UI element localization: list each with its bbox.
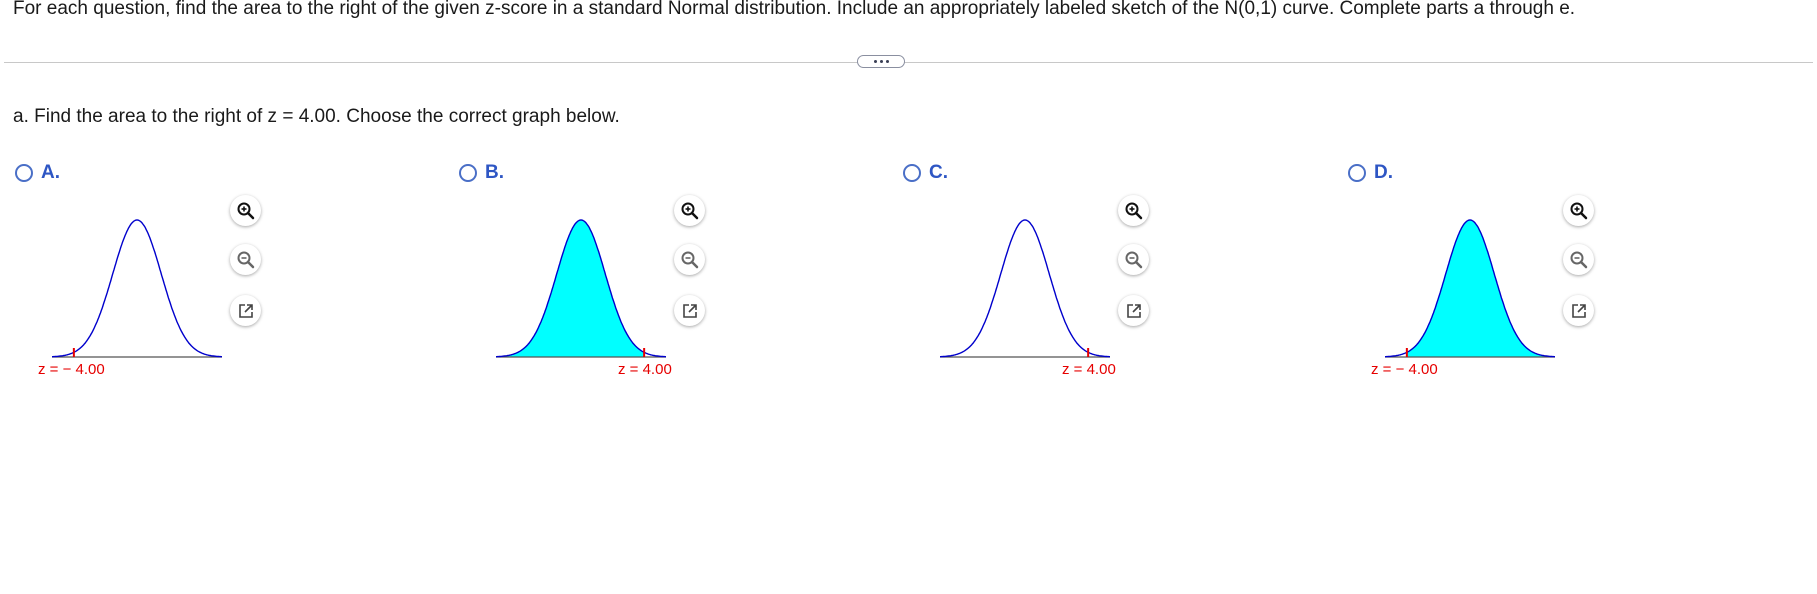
- expand-more-button[interactable]: [857, 55, 905, 68]
- option-b-popout-button[interactable]: [674, 295, 705, 326]
- option-d-zoom-in-button[interactable]: [1563, 195, 1594, 226]
- instructions-text: For each question, find the area to the …: [13, 0, 1576, 19]
- option-a[interactable]: A. z = − 4.00: [12, 160, 442, 390]
- normal-curve: [52, 219, 222, 358]
- option-b[interactable]: B. z = 4.00: [456, 160, 886, 390]
- zoom-in-icon: [237, 202, 254, 219]
- popout-icon: [1571, 303, 1586, 318]
- zoom-out-icon: [681, 251, 698, 268]
- option-c-graph: [940, 219, 1110, 358]
- option-d-graph: [1385, 219, 1555, 358]
- popout-icon: [238, 303, 253, 318]
- option-c-zoom-in-button[interactable]: [1118, 195, 1149, 226]
- shaded-area: [1406, 220, 1555, 357]
- question-a-prompt: a. Find the area to the right of z = 4.0…: [13, 106, 620, 127]
- option-c-zoom-out-button[interactable]: [1118, 244, 1149, 275]
- option-c-z-label: z = 4.00: [1062, 361, 1116, 378]
- zoom-in-icon: [1125, 202, 1142, 219]
- option-a-zoom-out-button[interactable]: [230, 244, 261, 275]
- popout-icon: [1126, 303, 1141, 318]
- option-b-z-label: z = 4.00: [618, 361, 672, 378]
- normal-curve: [940, 219, 1110, 358]
- ellipsis-icon: [873, 60, 889, 63]
- zoom-out-icon: [237, 251, 254, 268]
- option-a-popout-button[interactable]: [230, 295, 261, 326]
- section-divider: [4, 62, 1813, 63]
- popout-icon: [682, 303, 697, 318]
- option-a-zoom-in-button[interactable]: [230, 195, 261, 226]
- option-d[interactable]: D. z = − 4.00: [1345, 160, 1775, 390]
- option-d-z-label: z = − 4.00: [1371, 361, 1438, 378]
- option-d-zoom-out-button[interactable]: [1563, 244, 1594, 275]
- zoom-in-icon: [1570, 202, 1587, 219]
- option-c[interactable]: C. z = 4.00: [900, 160, 1330, 390]
- option-d-popout-button[interactable]: [1563, 295, 1594, 326]
- option-b-zoom-in-button[interactable]: [674, 195, 705, 226]
- zoom-out-icon: [1570, 251, 1587, 268]
- option-c-popout-button[interactable]: [1118, 295, 1149, 326]
- zoom-in-icon: [681, 202, 698, 219]
- option-b-graph: [496, 219, 666, 358]
- shaded-area: [496, 220, 645, 357]
- option-a-z-label: z = − 4.00: [38, 361, 105, 378]
- option-a-graph: [52, 219, 222, 358]
- zoom-out-icon: [1125, 251, 1142, 268]
- option-b-zoom-out-button[interactable]: [674, 244, 705, 275]
